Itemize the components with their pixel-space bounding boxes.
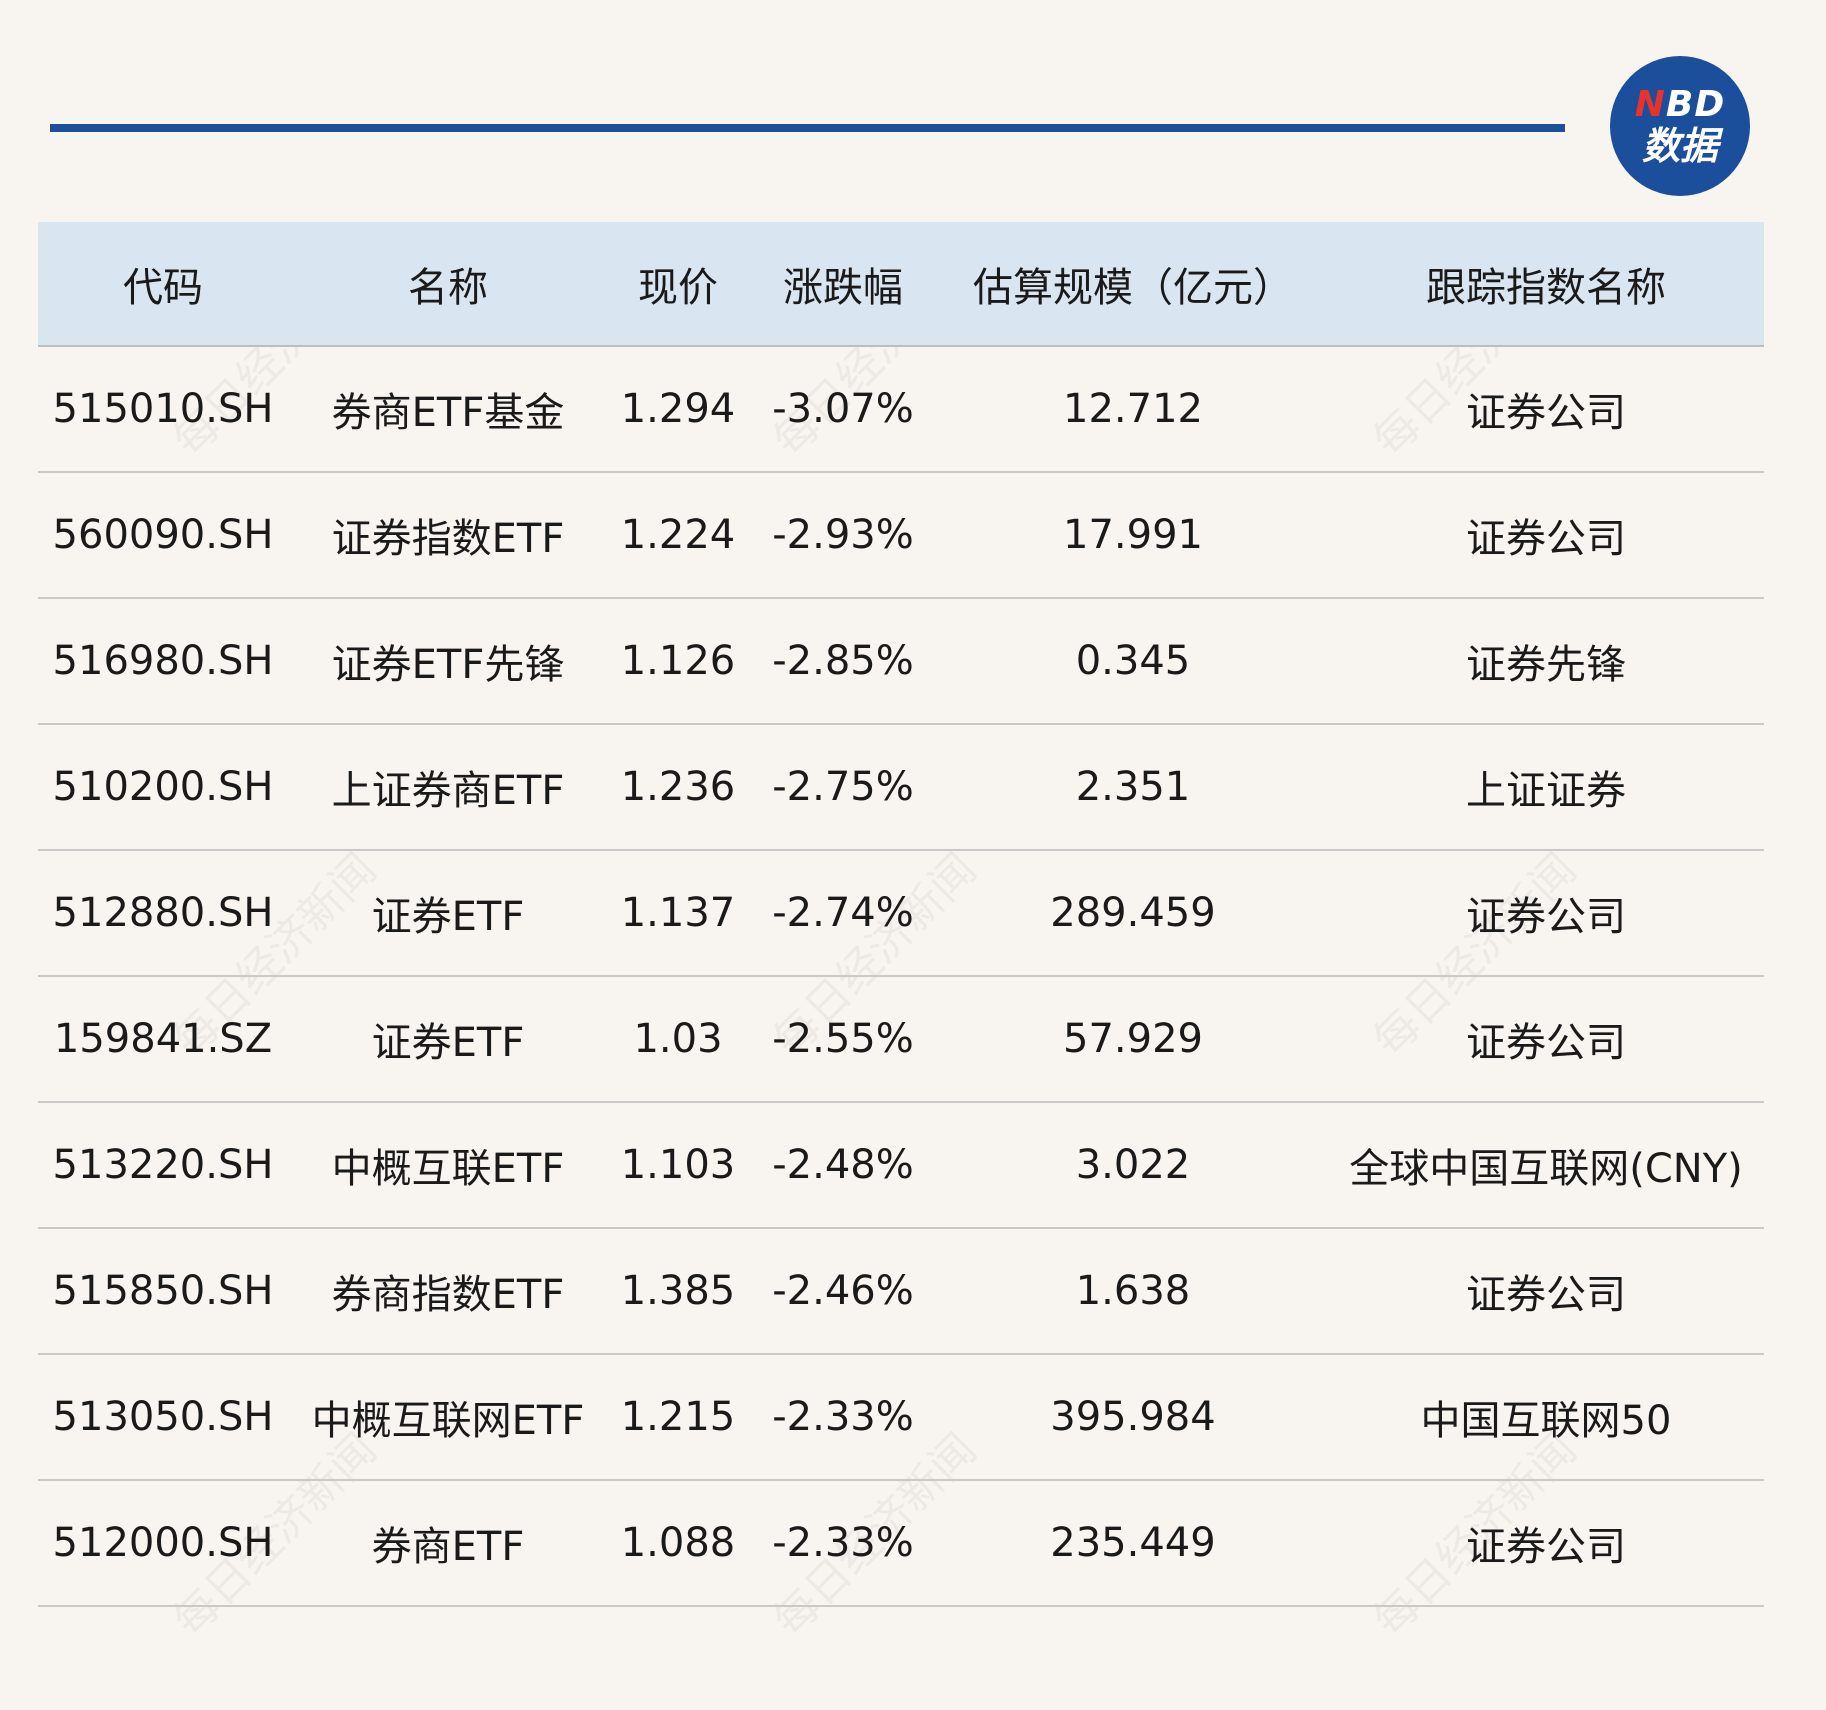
table-row: 512880.SH 证券ETF 1.137 -2.74% 289.459 证券公… bbox=[38, 850, 1764, 977]
nbd-data-logo: NBD 数据 bbox=[1610, 56, 1750, 196]
table-row: 512000.SH 券商ETF 1.088 -2.33% 235.449 证券公… bbox=[38, 1480, 1764, 1607]
cell-name: 证券ETF先锋 bbox=[288, 598, 608, 725]
cell-code: 512000.SH bbox=[38, 1480, 288, 1607]
table-row: 515010.SH 券商ETF基金 1.294 -3.07% 12.712 证券… bbox=[38, 346, 1764, 473]
cell-code: 513050.SH bbox=[38, 1354, 288, 1481]
header-price: 现价 bbox=[608, 222, 748, 347]
cell-price: 1.126 bbox=[608, 598, 748, 725]
cell-scale: 2.351 bbox=[938, 724, 1328, 851]
cell-name: 券商ETF基金 bbox=[288, 346, 608, 473]
cell-price: 1.385 bbox=[608, 1228, 748, 1355]
cell-change: -2.46% bbox=[748, 1228, 938, 1355]
etf-table: 代码 名称 现价 涨跌幅 估算规模（亿元） 跟踪指数名称 515010.SH 券… bbox=[38, 222, 1764, 1607]
cell-index: 证券公司 bbox=[1328, 1228, 1764, 1355]
cell-index: 证券公司 bbox=[1328, 976, 1764, 1103]
header-index: 跟踪指数名称 bbox=[1328, 222, 1764, 347]
cell-index: 中国互联网50 bbox=[1328, 1354, 1764, 1481]
header-rule bbox=[50, 124, 1565, 132]
table-row: 159841.SZ 证券ETF 1.03 -2.55% 57.929 证券公司 bbox=[38, 976, 1764, 1103]
cell-index: 证券公司 bbox=[1328, 1480, 1764, 1607]
table-row: 510200.SH 上证券商ETF 1.236 -2.75% 2.351 上证证… bbox=[38, 724, 1764, 851]
cell-price: 1.03 bbox=[608, 976, 748, 1103]
logo-subtitle: 数据 bbox=[1641, 124, 1718, 168]
cell-index: 证券公司 bbox=[1328, 472, 1764, 599]
cell-change: -3.07% bbox=[748, 346, 938, 473]
cell-scale: 17.991 bbox=[938, 472, 1328, 599]
cell-code: 515010.SH bbox=[38, 346, 288, 473]
cell-code: 516980.SH bbox=[38, 598, 288, 725]
cell-change: -2.48% bbox=[748, 1102, 938, 1229]
header-code: 代码 bbox=[38, 222, 288, 347]
cell-index: 全球中国互联网(CNY) bbox=[1328, 1102, 1764, 1229]
cell-change: -2.74% bbox=[748, 850, 938, 977]
cell-change: -2.33% bbox=[748, 1354, 938, 1481]
cell-code: 159841.SZ bbox=[38, 976, 288, 1103]
table-row: 560090.SH 证券指数ETF 1.224 -2.93% 17.991 证券… bbox=[38, 472, 1764, 599]
cell-index: 证券公司 bbox=[1328, 850, 1764, 977]
cell-change: -2.55% bbox=[748, 976, 938, 1103]
cell-index: 证券公司 bbox=[1328, 346, 1764, 473]
cell-change: -2.75% bbox=[748, 724, 938, 851]
cell-change: -2.93% bbox=[748, 472, 938, 599]
table-header-row: 代码 名称 现价 涨跌幅 估算规模（亿元） 跟踪指数名称 bbox=[38, 222, 1764, 347]
cell-code: 512880.SH bbox=[38, 850, 288, 977]
cell-code: 510200.SH bbox=[38, 724, 288, 851]
logo-mark: NBD bbox=[1634, 84, 1726, 125]
cell-change: -2.33% bbox=[748, 1480, 938, 1607]
cell-scale: 395.984 bbox=[938, 1354, 1328, 1481]
table-row: 513220.SH 中概互联ETF 1.103 -2.48% 3.022 全球中… bbox=[38, 1102, 1764, 1229]
cell-index: 证券先锋 bbox=[1328, 598, 1764, 725]
cell-price: 1.215 bbox=[608, 1354, 748, 1481]
cell-scale: 3.022 bbox=[938, 1102, 1328, 1229]
cell-name: 中概互联ETF bbox=[288, 1102, 608, 1229]
cell-price: 1.137 bbox=[608, 850, 748, 977]
header-name: 名称 bbox=[288, 222, 608, 347]
etf-table-container: 代码 名称 现价 涨跌幅 估算规模（亿元） 跟踪指数名称 515010.SH 券… bbox=[38, 222, 1764, 1607]
cell-price: 1.294 bbox=[608, 346, 748, 473]
table-row: 513050.SH 中概互联网ETF 1.215 -2.33% 395.984 … bbox=[38, 1354, 1764, 1481]
cell-price: 1.088 bbox=[608, 1480, 748, 1607]
cell-code: 513220.SH bbox=[38, 1102, 288, 1229]
cell-price: 1.103 bbox=[608, 1102, 748, 1229]
table-row: 515850.SH 券商指数ETF 1.385 -2.46% 1.638 证券公… bbox=[38, 1228, 1764, 1355]
cell-index: 上证证券 bbox=[1328, 724, 1764, 851]
cell-name: 中概互联网ETF bbox=[288, 1354, 608, 1481]
cell-name: 证券ETF bbox=[288, 850, 608, 977]
cell-scale: 1.638 bbox=[938, 1228, 1328, 1355]
cell-name: 证券ETF bbox=[288, 976, 608, 1103]
cell-scale: 57.929 bbox=[938, 976, 1328, 1103]
cell-scale: 289.459 bbox=[938, 850, 1328, 977]
cell-price: 1.224 bbox=[608, 472, 748, 599]
cell-price: 1.236 bbox=[608, 724, 748, 851]
cell-name: 上证券商ETF bbox=[288, 724, 608, 851]
header-change: 涨跌幅 bbox=[748, 222, 938, 347]
cell-code: 515850.SH bbox=[38, 1228, 288, 1355]
cell-name: 券商ETF bbox=[288, 1480, 608, 1607]
cell-scale: 235.449 bbox=[938, 1480, 1328, 1607]
cell-code: 560090.SH bbox=[38, 472, 288, 599]
cell-name: 证券指数ETF bbox=[288, 472, 608, 599]
cell-name: 券商指数ETF bbox=[288, 1228, 608, 1355]
header-scale: 估算规模（亿元） bbox=[938, 222, 1328, 347]
cell-scale: 12.712 bbox=[938, 346, 1328, 473]
table-row: 516980.SH 证券ETF先锋 1.126 -2.85% 0.345 证券先… bbox=[38, 598, 1764, 725]
cell-scale: 0.345 bbox=[938, 598, 1328, 725]
cell-change: -2.85% bbox=[748, 598, 938, 725]
